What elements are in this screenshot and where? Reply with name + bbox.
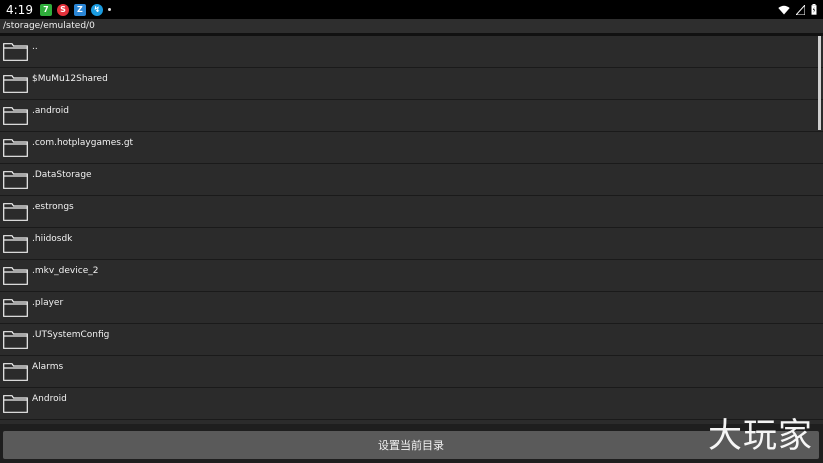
- more-notifications-dot-icon: [107, 8, 111, 11]
- battery-icon: [811, 4, 817, 15]
- folder-row[interactable]: .com.hotplaygames.gt: [0, 132, 823, 164]
- current-path: /storage/emulated/0: [0, 19, 823, 33]
- folder-name: .hiidosdk: [32, 234, 73, 244]
- folder-row[interactable]: .player: [0, 292, 823, 324]
- folder-name: Android: [32, 394, 67, 404]
- folder-row[interactable]: ..: [0, 36, 823, 68]
- app-red-icon: S: [56, 3, 69, 16]
- wifi-icon: [778, 5, 790, 14]
- folder-icon: [3, 75, 28, 93]
- folder-row[interactable]: .estrongs: [0, 196, 823, 228]
- status-right: [778, 4, 817, 15]
- folder-icon: [3, 43, 28, 61]
- folder-icon: [3, 299, 28, 317]
- folder-name: .UTSystemConfig: [32, 330, 110, 340]
- app-cyan-icon: ↯: [90, 3, 103, 16]
- folder-icon: [3, 235, 28, 253]
- folder-name: .mkv_device_2: [32, 266, 99, 276]
- folder-name: .com.hotplaygames.gt: [32, 138, 134, 148]
- folder-row[interactable]: Android: [0, 388, 823, 420]
- folder-name: .estrongs: [32, 202, 74, 212]
- signal-icon: [796, 4, 805, 15]
- folder-icon: [3, 203, 28, 221]
- folder-icon: [3, 107, 28, 125]
- folder-name: ..: [32, 42, 38, 52]
- folder-icon: [3, 267, 28, 285]
- list-scrollbar[interactable]: [818, 36, 821, 130]
- status-bar: 4:19 7 S Z ↯: [0, 0, 823, 19]
- folder-row[interactable]: .DataStorage: [0, 164, 823, 196]
- folder-icon: [3, 395, 28, 413]
- folder-row[interactable]: $MuMu12Shared: [0, 68, 823, 100]
- app-blue-icon: Z: [73, 3, 86, 16]
- set-current-directory-button[interactable]: 设置当前目录: [3, 431, 819, 459]
- folder-icon: [3, 363, 28, 381]
- folder-name: Alarms: [32, 362, 64, 372]
- app-7-icon: 7: [39, 3, 52, 16]
- folder-name: .android: [32, 106, 70, 116]
- folder-list[interactable]: .. $MuMu12Shared .android .com.hotplaygames…: [0, 36, 823, 424]
- folder-name: $MuMu12Shared: [32, 74, 108, 84]
- folder-name: .player: [32, 298, 64, 308]
- folder-icon: [3, 331, 28, 349]
- folder-row[interactable]: Alarms: [0, 356, 823, 388]
- folder-row[interactable]: .mkv_device_2: [0, 260, 823, 292]
- folder-icon: [3, 171, 28, 189]
- folder-name: .DataStorage: [32, 170, 92, 180]
- clock: 4:19: [6, 2, 33, 17]
- folder-row[interactable]: .UTSystemConfig: [0, 324, 823, 356]
- folder-row[interactable]: .hiidosdk: [0, 228, 823, 260]
- folder-icon: [3, 139, 28, 157]
- folder-row[interactable]: .android: [0, 100, 823, 132]
- status-left: 4:19 7 S Z ↯: [6, 3, 111, 17]
